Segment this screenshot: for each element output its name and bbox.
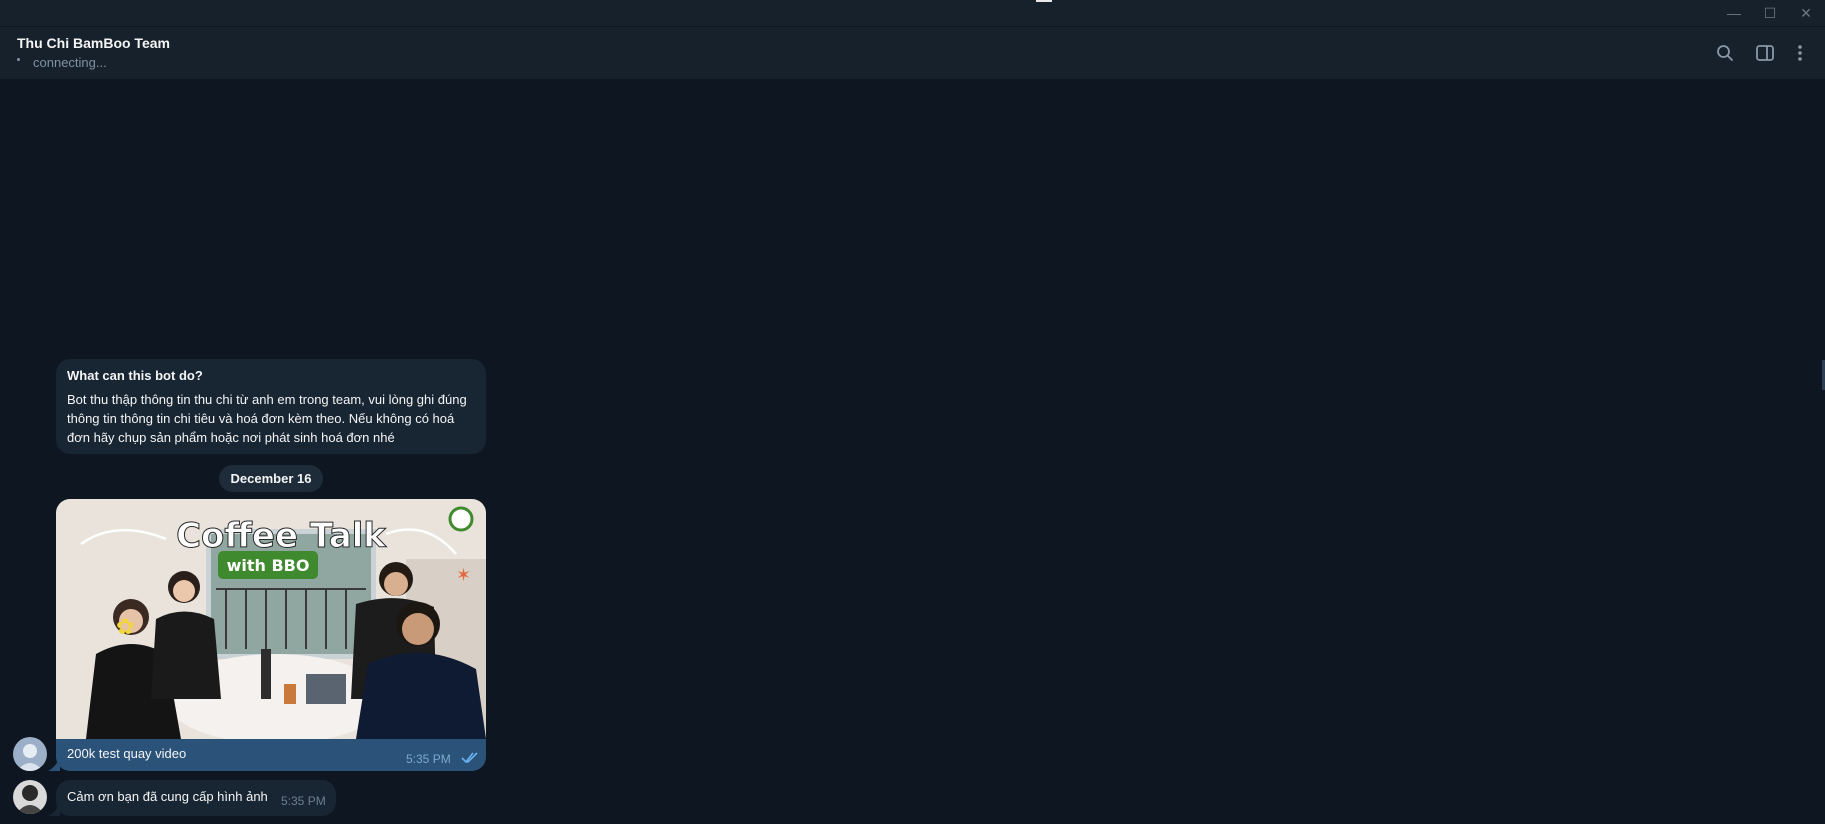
message-photo[interactable]: ✿ ✶ Coffee Talk with BBO (56, 499, 486, 739)
bot-info-title: What can this bot do? (67, 368, 203, 383)
avatar-image (13, 737, 47, 771)
incoming-message[interactable]: Cảm ơn bạn đã cung cấp hình ảnh 5:35 PM (56, 780, 336, 816)
minimize-icon: — (1727, 5, 1741, 21)
chat-status: connecting... (17, 55, 107, 70)
avatar-image (13, 780, 47, 814)
chat-history[interactable]: What can this bot do? Bot thu thập thông… (0, 80, 1825, 824)
bot-info-card: What can this bot do? Bot thu thập thông… (56, 359, 486, 454)
close-icon: ✕ (1800, 4, 1812, 21)
message-time: 5:35 PM (406, 752, 451, 766)
chat-header[interactable]: Thu Chi BamBoo Team connecting... (0, 27, 1825, 79)
bot-info-description: Bot thu thập thông tin thu chi từ anh em… (67, 392, 467, 445)
more-vertical-icon (1798, 45, 1802, 61)
read-checkmarks-icon (461, 752, 478, 764)
svg-text:✿: ✿ (116, 614, 134, 639)
maximize-button[interactable]: ☐ (1752, 0, 1788, 26)
close-button[interactable]: ✕ (1788, 0, 1824, 26)
window-titlebar: — ☐ ✕ (0, 0, 1825, 27)
search-icon (1717, 45, 1733, 61)
photo-title-text: Coffee Talk (176, 516, 387, 556)
more-options-button[interactable] (1786, 39, 1814, 67)
sender-avatar[interactable] (13, 737, 47, 771)
message-caption: 200k test quay video (67, 746, 187, 761)
minimize-button[interactable]: — (1716, 0, 1752, 26)
sidebar-toggle-button[interactable] (1751, 39, 1779, 67)
bot-avatar[interactable] (13, 780, 47, 814)
maximize-icon: ☐ (1763, 4, 1777, 21)
svg-text:✶: ✶ (456, 565, 471, 585)
photo-subtitle-text: with BBO (227, 556, 310, 575)
outgoing-photo-message[interactable]: ✿ ✶ Coffee Talk with BBO 200k test quay … (56, 499, 486, 771)
outgoing-bubble-tail (48, 757, 60, 771)
message-time: 5:35 PM (281, 794, 326, 808)
search-button[interactable] (1711, 39, 1739, 67)
titlebar-drag-marker (1036, 0, 1052, 2)
incoming-bubble-tail (48, 802, 60, 816)
message-text: Cảm ơn bạn đã cung cấp hình ảnh (67, 789, 268, 804)
date-separator[interactable]: December 16 (219, 465, 323, 492)
connecting-spinner-icon (17, 58, 20, 61)
chat-title[interactable]: Thu Chi BamBoo Team (17, 35, 170, 51)
chat-status-text: connecting... (33, 55, 107, 70)
sidebar-toggle-icon (1756, 45, 1774, 61)
